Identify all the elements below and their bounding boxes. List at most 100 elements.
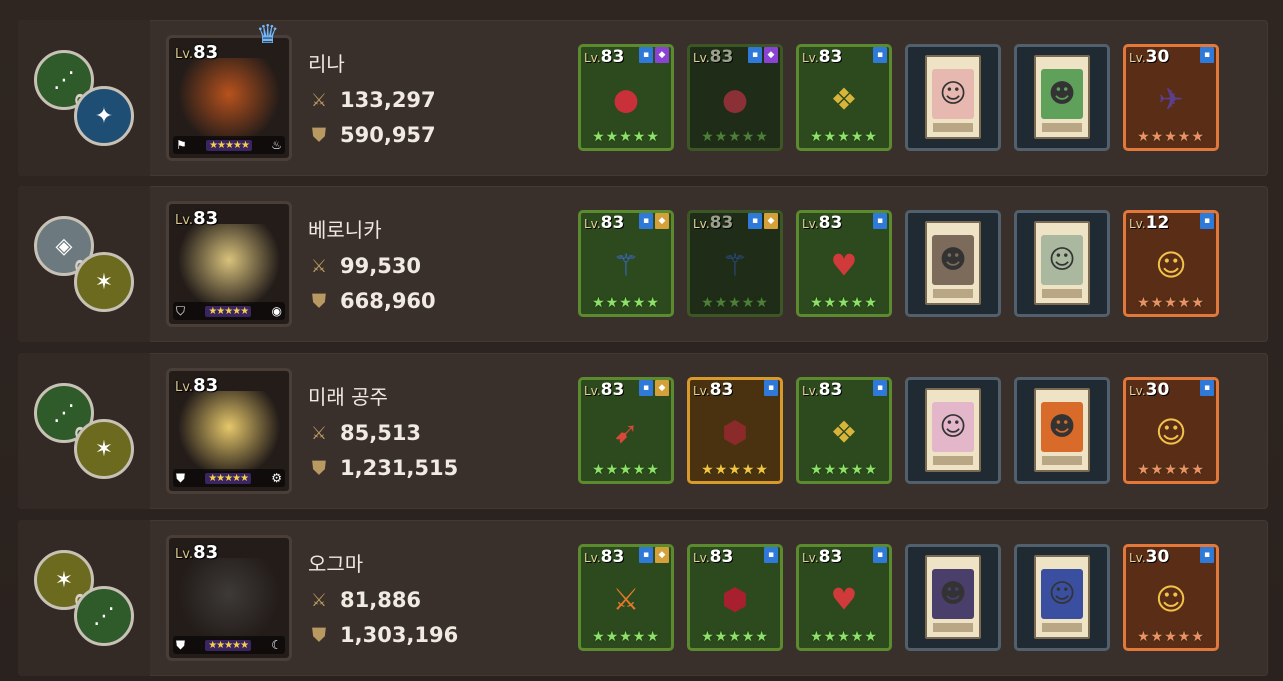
bookmark-icon: ▪	[639, 213, 653, 229]
hero-info-bar: ⛉ ★★★★★ ◉	[173, 302, 285, 320]
hero-portrait[interactable]: Lv.83 ⛊ ★★★★★ ⚙	[166, 368, 292, 494]
equipment-slot[interactable]: ❖ Lv.83 ▪ ★★★★★	[796, 44, 892, 151]
card-icon: ☻	[925, 221, 981, 305]
equipment-slot[interactable]: ❖ Lv.83 ▪ ★★★★★	[796, 377, 892, 484]
slot-level: Lv.83	[802, 380, 842, 400]
card-icon: ☺	[925, 388, 981, 472]
equipment-slot[interactable]: ☺	[905, 377, 1001, 484]
slot-stars: ★★★★★	[1137, 629, 1205, 645]
necklace-icon: ♥	[830, 582, 858, 618]
equipment-slot[interactable]: ♥ Lv.83 ▪ ★★★★★	[796, 210, 892, 317]
slot-level: Lv.12	[1129, 213, 1169, 233]
gem-purple-icon: ◆	[655, 47, 669, 63]
level-value: 83	[600, 380, 625, 400]
equipment-slot[interactable]: ⬢ Lv.83 ▪ ★★★★★	[687, 544, 783, 651]
equipment-slot[interactable]: ➹ Lv.83 ▪ ◆ ★★★★★	[578, 377, 674, 484]
gear-icon: ⚙	[271, 471, 282, 485]
level-value: 83	[818, 380, 843, 400]
card-plate	[933, 456, 973, 465]
attack-stat: ⚔ 99,530	[308, 254, 421, 278]
level-prefix: Lv.	[1129, 551, 1146, 565]
equipment-slot[interactable]: ⚚ Lv.83 ▪ ◆ ★★★★★	[578, 210, 674, 317]
level-prefix: Lv.	[693, 217, 710, 231]
necklace-icon: ♥	[830, 248, 858, 284]
hero-portrait[interactable]: Lv.83 ⛉ ★★★★★ ◉	[166, 201, 292, 327]
equipment-slot[interactable]: ☺	[1014, 210, 1110, 317]
hero-row[interactable]: ✶∞⋰Lv.83⛊★★★★★☾오그마⚔81,886⛊1,303,196⚔Lv.8…	[18, 520, 1268, 676]
hero-row[interactable]: ⋰∞✦Lv.83⚑★★★★★♨♛리나⚔133,297⛊590,957●Lv.83…	[18, 20, 1268, 176]
card-portrait: ☺	[1041, 235, 1083, 285]
level-value: 83	[709, 47, 734, 67]
equipment-slot[interactable]: ☻	[905, 544, 1001, 651]
slot-stars: ★★★★★	[701, 462, 769, 478]
slot-badges: ▪	[1200, 380, 1214, 396]
equipment-slot[interactable]: ☺	[905, 44, 1001, 151]
level-value: 83	[193, 542, 219, 563]
equipment-slot[interactable]: ☻	[1014, 44, 1110, 151]
level-prefix: Lv.	[175, 47, 194, 62]
level-prefix: Lv.	[584, 384, 601, 398]
equipment-slot[interactable]: ⚚ Lv.83 ▪ ◆ ★★★★★	[687, 210, 783, 317]
attack-stat: ⚔ 81,886	[308, 588, 421, 612]
chain-bond[interactable]: ⋰∞✦	[32, 50, 142, 150]
slot-badges: ▪	[764, 547, 778, 563]
hero-row[interactable]: ◈∞✶Lv.83⛉★★★★★◉베로니카⚔99,530⛊668,960⚚Lv.83…	[18, 186, 1268, 342]
slot-badges: ▪ ◆	[639, 547, 669, 563]
attack-value: 81,886	[340, 588, 422, 612]
slot-stars: ★★★★★	[810, 629, 878, 645]
equipment-slot[interactable]: ✈ Lv.30 ▪ ★★★★★	[1123, 44, 1219, 151]
costume-icon: ☺	[1155, 582, 1187, 618]
hero-info-bar: ⚑ ★★★★★ ♨	[173, 136, 285, 154]
level-prefix: Lv.	[802, 384, 819, 398]
card-icon: ☺	[1034, 555, 1090, 639]
slot-level: Lv.83	[584, 547, 624, 567]
slot-stars: ★★★★★	[592, 462, 660, 478]
defense-stat: ⛊ 1,303,196	[308, 623, 458, 647]
gem-gold-icon: ◆	[655, 547, 669, 563]
equipment-slot[interactable]: ☺	[1014, 544, 1110, 651]
equipment-slot[interactable]: ⬢ Lv.83 ▪ ★★★★★	[687, 377, 783, 484]
level-prefix: Lv.	[584, 51, 601, 65]
slot-badges: ▪ ◆	[748, 47, 778, 63]
attack-stat: ⚔ 133,297	[308, 88, 436, 112]
equipment-slot[interactable]: ☺ Lv.12 ▪ ★★★★★	[1123, 210, 1219, 317]
equipment-slot[interactable]: ☺ Lv.30 ▪ ★★★★★	[1123, 544, 1219, 651]
level-value: 83	[193, 208, 219, 229]
slot-level: Lv.83	[584, 47, 624, 67]
level-prefix: Lv.	[584, 217, 601, 231]
slot-level: Lv.83	[693, 213, 733, 233]
equipment-slot[interactable]: ♥ Lv.83 ▪ ★★★★★	[796, 544, 892, 651]
costume-icon: ☺	[1155, 415, 1187, 451]
level-value: 83	[193, 375, 219, 396]
slot-stars: ★★★★★	[701, 129, 769, 145]
slot-level: Lv.83	[693, 380, 733, 400]
slot-badges: ▪	[1200, 547, 1214, 563]
defense-stat: ⛊ 590,957	[308, 123, 435, 147]
slot-stars: ★★★★★	[592, 295, 660, 311]
hero-row[interactable]: ⋰∞✶Lv.83⛊★★★★★⚙미래 공주⚔85,513⛊1,231,515➹Lv…	[18, 353, 1268, 509]
equipment-slot[interactable]: ● Lv.83 ▪ ◆ ★★★★★	[578, 44, 674, 151]
equipment-slot[interactable]: ☺ Lv.30 ▪ ★★★★★	[1123, 377, 1219, 484]
defense-value: 1,231,515	[340, 456, 459, 480]
chain-bond[interactable]: ✶∞⋰	[32, 550, 142, 650]
equipment-slot[interactable]: ● Lv.83 ▪ ◆ ★★★★★	[687, 44, 783, 151]
hero-portrait[interactable]: Lv.83 ⚑ ★★★★★ ♨	[166, 35, 292, 161]
slot-stars: ★★★★★	[810, 462, 878, 478]
slot-level: Lv.30	[1129, 380, 1169, 400]
slot-stars: ★★★★★	[592, 129, 660, 145]
claw-icon: ⋰	[74, 586, 134, 646]
equipment-slot[interactable]: ☻	[905, 210, 1001, 317]
slot-level: Lv.83	[584, 213, 624, 233]
spear-icon: ➹	[613, 415, 639, 451]
equipment-slot[interactable]: ☻	[1014, 377, 1110, 484]
bookmark-icon: ▪	[873, 547, 887, 563]
hero-portrait[interactable]: Lv.83 ⛊ ★★★★★ ☾	[166, 535, 292, 661]
chain-bond[interactable]: ⋰∞✶	[32, 383, 142, 483]
equipment-slot[interactable]: ⚔ Lv.83 ▪ ◆ ★★★★★	[578, 544, 674, 651]
bookmark-icon: ▪	[748, 47, 762, 63]
attack-value: 99,530	[340, 254, 422, 278]
card-plate	[1042, 456, 1082, 465]
level-value: 83	[193, 42, 219, 63]
level-prefix: Lv.	[1129, 384, 1146, 398]
chain-bond[interactable]: ◈∞✶	[32, 216, 142, 316]
